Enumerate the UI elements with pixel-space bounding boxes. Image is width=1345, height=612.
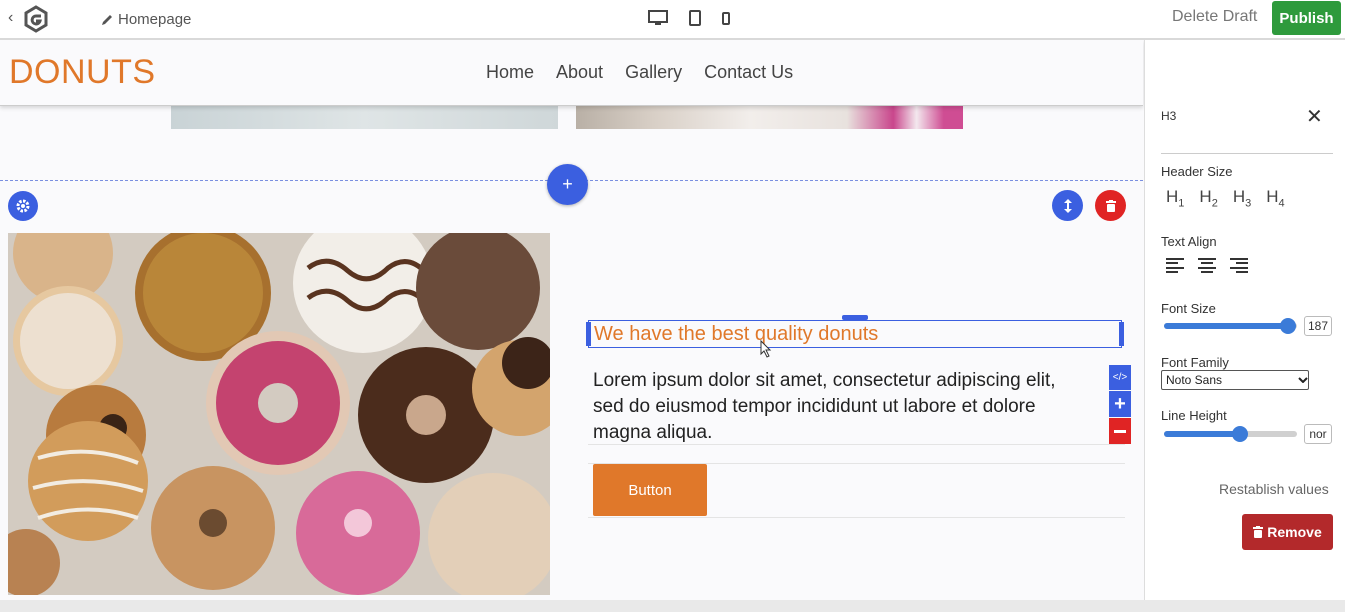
font-family-label: Font Family (1161, 355, 1229, 370)
gallery-image (171, 106, 558, 129)
section-paragraph[interactable]: Lorem ipsum dolor sit amet, consectetur … (593, 368, 1063, 446)
add-element-button[interactable]: + (1109, 391, 1131, 417)
divider (588, 444, 1125, 445)
tablet-view-icon[interactable] (689, 10, 701, 26)
header-size-h4[interactable]: H4 (1266, 187, 1284, 209)
nav-link-home[interactable]: Home (486, 62, 534, 83)
chevron-down-icon (1298, 377, 1308, 383)
plus-icon: + (562, 174, 573, 194)
page-selector[interactable]: Homepage (100, 11, 191, 28)
font-size-label: Font Size (1161, 301, 1216, 316)
text-align-options (1166, 258, 1248, 273)
line-height-slider-fill (1164, 431, 1240, 437)
cta-button[interactable]: Button (593, 464, 707, 516)
delete-draft-link[interactable]: Delete Draft (1172, 8, 1257, 26)
section-heading[interactable]: We have the best quality donuts (594, 323, 878, 346)
code-view-button[interactable]: </> (1109, 365, 1131, 390)
donuts-photo[interactable] (8, 233, 550, 595)
mouse-cursor-icon (760, 340, 772, 358)
line-height-slider[interactable] (1164, 426, 1297, 442)
panel-title: H3 (1161, 109, 1177, 123)
editor-logo (24, 5, 48, 33)
editor-toolbar: ‹ Homepage Delete Draft Publish (0, 0, 1345, 40)
font-family-select[interactable]: Noto Sans (1161, 370, 1309, 390)
back-chevron-icon[interactable]: ‹ (8, 9, 13, 27)
align-left-icon[interactable] (1166, 258, 1184, 273)
trash-icon (1105, 199, 1116, 212)
font-family-value: Noto Sans (1166, 373, 1223, 387)
nav-link-gallery[interactable]: Gallery (625, 62, 682, 83)
nav-link-contact[interactable]: Contact Us (704, 62, 793, 83)
section-settings-button[interactable] (8, 191, 38, 221)
desktop-view-icon[interactable] (648, 10, 668, 26)
header-size-h2[interactable]: H2 (1199, 187, 1217, 209)
nav-link-about[interactable]: About (556, 62, 603, 83)
gear-icon (16, 199, 30, 213)
minus-icon (1114, 429, 1126, 433)
line-height-slider-knob[interactable] (1231, 426, 1248, 442)
site-nav-links: Home About Gallery Contact Us (486, 62, 793, 83)
site-navbar: DONUTS Home About Gallery Contact Us (0, 40, 1143, 106)
line-height-input[interactable]: nor (1304, 424, 1332, 444)
remove-button[interactable]: Remove (1242, 514, 1333, 550)
add-section-button[interactable]: + (547, 164, 588, 205)
font-size-slider-knob[interactable] (1279, 318, 1296, 334)
page-name-label: Homepage (118, 11, 192, 28)
section-move-button[interactable] (1052, 190, 1083, 221)
align-right-icon[interactable] (1230, 258, 1248, 273)
font-size-input[interactable]: 187 (1304, 316, 1332, 336)
site-canvas: DONUTS Home About Gallery Contact Us + W… (0, 40, 1145, 600)
mobile-view-icon[interactable] (722, 12, 730, 25)
close-icon[interactable]: ✕ (1306, 104, 1323, 129)
bottom-scroll-area (0, 600, 1345, 612)
properties-panel: H3 ✕ Header Size H1 H2 H3 H4 Text Align … (1146, 40, 1345, 600)
divider (1161, 153, 1333, 154)
header-size-h1[interactable]: H1 (1166, 187, 1184, 209)
line-height-label: Line Height (1161, 408, 1227, 423)
pencil-icon (102, 14, 112, 25)
section-delete-button[interactable] (1095, 190, 1126, 221)
font-size-slider-fill (1164, 323, 1288, 329)
trash-icon (1253, 526, 1264, 538)
restablish-values-link[interactable]: Restablish values (1219, 481, 1329, 497)
font-size-slider[interactable] (1164, 318, 1297, 334)
publish-button[interactable]: Publish (1272, 1, 1341, 35)
header-size-h3[interactable]: H3 (1233, 187, 1251, 209)
vertical-arrows-icon (1063, 198, 1072, 213)
align-center-icon[interactable] (1198, 258, 1216, 273)
remove-element-button[interactable] (1109, 418, 1131, 444)
header-size-label: Header Size (1161, 164, 1233, 179)
header-size-options: H1 H2 H3 H4 (1166, 187, 1285, 209)
text-align-label: Text Align (1161, 234, 1217, 249)
remove-button-label: Remove (1267, 524, 1322, 540)
divider (588, 517, 1125, 518)
site-brand[interactable]: DONUTS (9, 53, 156, 92)
gallery-image (576, 106, 963, 129)
